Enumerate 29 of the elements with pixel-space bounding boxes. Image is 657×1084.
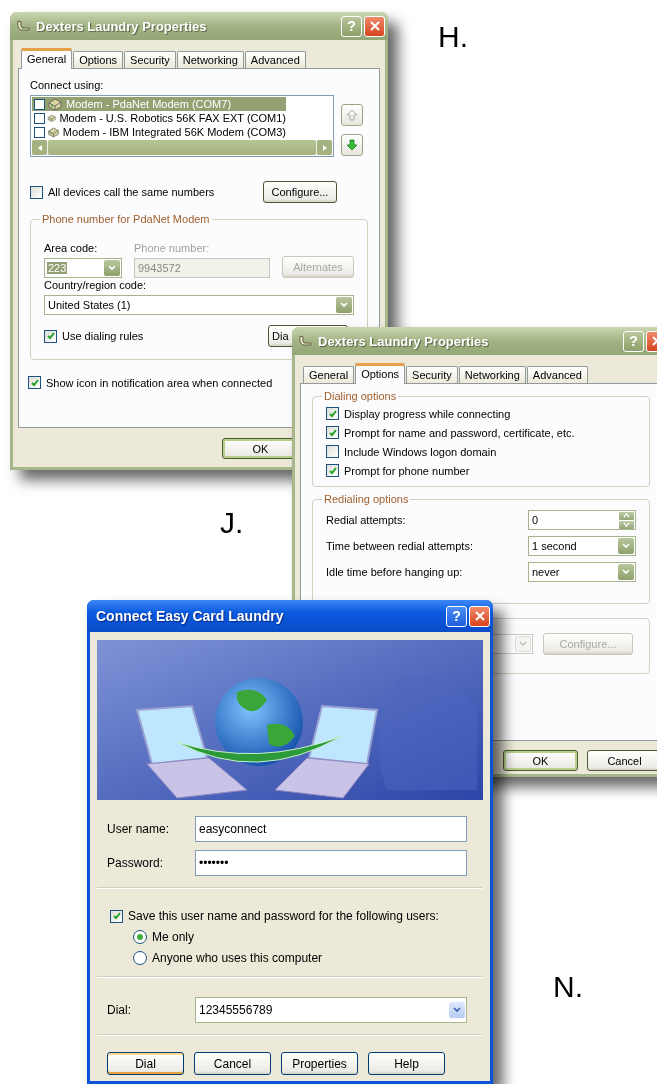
field-label: Connect using: — [30, 78, 105, 92]
radio-label: Me only — [152, 930, 195, 944]
window-title: Dexters Laundry Properties — [318, 333, 490, 349]
checkbox-label: Include Windows logon domain — [344, 445, 497, 458]
group-title: Redialing options — [323, 493, 410, 505]
checkbox-label: Show icon in notification area when connected — [46, 376, 273, 389]
radio-label: Anyone who uses this computer — [152, 951, 323, 965]
window-title: Dexters Laundry Properties — [36, 18, 208, 34]
checkbox-label: Prompt for name and password, certificate, etc. — [344, 426, 575, 439]
figure-label: H. — [438, 20, 468, 54]
field-label: Password: — [106, 856, 165, 870]
field-label: Country/region code: — [44, 279, 147, 291]
field-label: Phone number: — [134, 241, 211, 255]
field-label: User name: — [106, 822, 171, 836]
checkbox-label: Display progress while connecting — [344, 407, 511, 420]
group-title: Dialing options — [323, 390, 398, 402]
field-label: Redial attempts: — [326, 514, 407, 526]
checkbox-label: Save this user name and password for the following users: — [128, 909, 439, 923]
field-label: Area code: — [44, 241, 99, 255]
checkbox-label: Prompt for phone number — [344, 464, 470, 477]
field-label: Dial: — [106, 1003, 132, 1017]
figure-label: J. — [220, 506, 244, 540]
checkbox-label: All devices call the same numbers — [48, 186, 215, 198]
field-label: Idle time before hanging up: — [326, 566, 464, 578]
window-title: Connect Easy Card Laundry — [95, 608, 285, 624]
field-label: Time between redial attempts: — [326, 540, 474, 552]
group-title: Phone number for PdaNet Modem — [41, 213, 211, 225]
figure-label: N. — [553, 970, 583, 1004]
checkbox-label: Use dialing rules — [62, 330, 144, 342]
